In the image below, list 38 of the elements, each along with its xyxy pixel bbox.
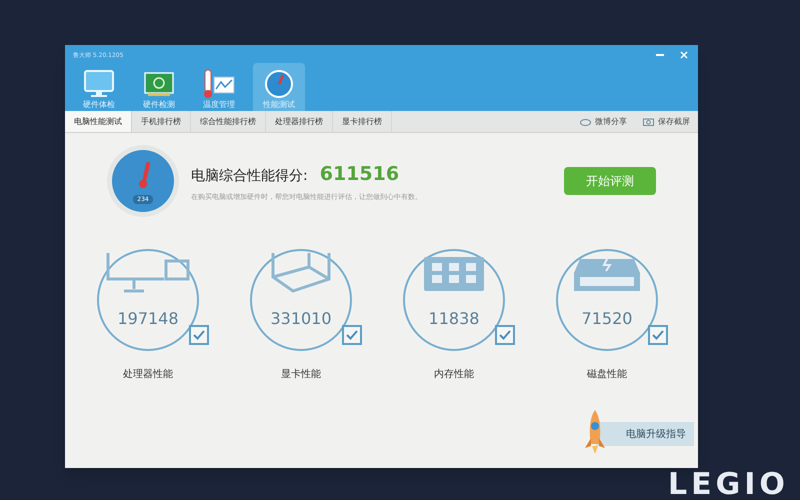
checkmark-icon xyxy=(193,330,205,340)
checkmark-icon xyxy=(346,330,358,340)
laptop-logo-text: LEGIO xyxy=(668,470,789,500)
checkbox[interactable] xyxy=(648,325,668,345)
close-icon xyxy=(680,51,688,59)
tab[interactable]: 电脑性能测试 xyxy=(65,111,132,132)
camera-icon xyxy=(643,117,654,126)
cube-icon xyxy=(269,251,333,295)
monitor-chip-icon xyxy=(106,251,190,295)
tab[interactable]: 显卡排行榜 xyxy=(333,111,392,132)
component-score: 331010 xyxy=(270,308,332,330)
upgrade-guide-link[interactable]: 电脑升级指导 xyxy=(596,422,694,446)
checkbox[interactable] xyxy=(495,325,515,345)
tab[interactable]: 处理器排行榜 xyxy=(266,111,333,132)
component-label: 内存性能 xyxy=(434,368,474,382)
component-score: 71520 xyxy=(582,308,632,330)
component-label: 处理器性能 xyxy=(123,368,173,382)
checkmark-icon xyxy=(499,330,511,340)
thermometer-chart-icon xyxy=(202,69,236,99)
cloud-icon xyxy=(580,117,591,126)
monitor-icon xyxy=(82,69,116,99)
component-score: 11838 xyxy=(428,308,480,330)
share-button[interactable]: 微博分享 xyxy=(580,116,627,128)
checkbox[interactable] xyxy=(342,325,362,345)
rocket-icon xyxy=(584,408,606,456)
close-button[interactable] xyxy=(678,49,690,61)
save-screenshot-button[interactable]: 保存截屏 xyxy=(643,116,690,128)
gauge-icon xyxy=(262,69,296,99)
score-value: 611516 xyxy=(320,162,400,186)
component-score: 197148 xyxy=(117,308,179,330)
tab[interactable]: 手机排行榜 xyxy=(132,111,191,132)
component-label: 显卡性能 xyxy=(281,368,321,382)
minimize-icon xyxy=(656,54,664,56)
component-label: 磁盘性能 xyxy=(587,368,627,382)
tab[interactable]: 综合性能排行榜 xyxy=(191,111,266,132)
checkmark-icon xyxy=(652,330,664,340)
checkbox[interactable] xyxy=(189,325,209,345)
score-title: 电脑综合性能得分: xyxy=(191,166,308,186)
